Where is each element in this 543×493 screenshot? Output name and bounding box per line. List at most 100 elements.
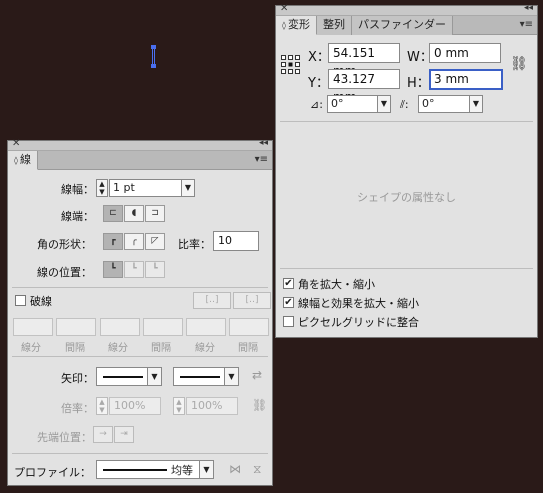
selected-path-object[interactable] — [151, 45, 156, 68]
rotate-icon: ⊿: — [310, 98, 323, 111]
dash-input-1[interactable] — [13, 318, 53, 336]
no-shape-attributes-text: シェイプの属性なし — [357, 191, 456, 204]
miter-join-button[interactable]: ┏ — [103, 233, 123, 250]
x-input[interactable]: 54.151 mm — [328, 43, 400, 78]
dashed-checkbox[interactable] — [15, 295, 26, 306]
close-icon[interactable]: ✕ — [12, 138, 20, 149]
tab-align[interactable]: 整列 — [316, 16, 352, 35]
profile-dropdown[interactable]: 均等 ▼ — [96, 460, 214, 479]
dash-label-3: 線分 — [195, 343, 215, 354]
tip-buttons: → ⇥ — [93, 426, 135, 443]
projecting-cap-button[interactable]: ⊐ — [145, 205, 165, 222]
x-label: X： — [308, 50, 330, 65]
arrow-start-dropdown[interactable]: ▼ — [96, 367, 162, 386]
tip-place-button[interactable]: ⇥ — [114, 426, 134, 443]
dash-preserve-button[interactable]: [‥] — [193, 292, 231, 309]
pixel-grid-label: ピクセルグリッドに整合 — [298, 316, 419, 329]
transform-panel: ✕ ◂◂ ◊変形 整列 パスファインダー ▾≡ X： 54.151 mm W： … — [275, 3, 538, 338]
ratio-input[interactable]: 10 — [213, 231, 259, 251]
weight-dropdown[interactable]: 1 pt ▼ — [109, 179, 195, 197]
divider — [280, 121, 533, 122]
scale-strokes-checkbox[interactable]: ✔ — [283, 297, 294, 308]
scale-end-input[interactable]: 100% — [186, 397, 238, 415]
corner-label: 角の形状： — [37, 238, 92, 251]
dashed-label: 破線 — [30, 295, 52, 308]
panel-menu-icon[interactable]: ▾≡ — [255, 154, 268, 165]
flip-vertical-icon[interactable]: ⧖ — [253, 462, 261, 477]
divider — [12, 356, 268, 357]
flip-horizontal-icon[interactable]: ⋈ — [229, 462, 241, 476]
butt-cap-button[interactable]: ⊏ — [103, 205, 123, 222]
y-input[interactable]: 43.127 mm — [328, 69, 400, 104]
h-label: H： — [407, 76, 430, 91]
h-input[interactable]: 3 mm — [429, 69, 503, 90]
gap-label-1: 間隔 — [65, 343, 85, 354]
tab-stroke[interactable]: ◊ 線 — [8, 151, 38, 170]
stroke-panel-titlebar[interactable]: ✕ ◂◂ — [8, 138, 272, 151]
tip-extend-button[interactable]: → — [93, 426, 113, 443]
profile-label: プロファイル： — [14, 466, 91, 479]
rotate-dropdown[interactable]: 0° ▼ — [327, 95, 391, 113]
collapse-icon[interactable]: ◂◂ — [524, 3, 533, 13]
scale-end-stepper[interactable]: ▲ ▼ — [173, 397, 185, 415]
scale-corners-checkbox[interactable]: ✔ — [283, 278, 294, 289]
gap-input-2[interactable] — [143, 318, 183, 336]
dash-align-button[interactable]: [‥] — [233, 292, 271, 309]
align-outside-button[interactable]: ┗ — [145, 261, 165, 278]
ratio-label: 比率： — [178, 238, 211, 251]
line-preview — [180, 376, 220, 378]
pixel-grid-checkbox[interactable] — [283, 316, 294, 327]
stroke-tab-row: ◊ 線 ▾≡ — [8, 151, 272, 170]
tab-arrows-icon: ◊ — [282, 21, 286, 30]
round-join-button[interactable]: ╭ — [124, 233, 144, 250]
line-preview — [103, 376, 143, 378]
tab-pathfinder[interactable]: パスファインダー — [351, 16, 453, 35]
align-center-button[interactable]: ┗ — [103, 261, 123, 278]
scale-strokes-label: 線幅と効果を拡大・縮小 — [298, 297, 419, 310]
gap-input-1[interactable] — [56, 318, 96, 336]
chevron-down-icon: ▼ — [199, 461, 213, 478]
shear-dropdown[interactable]: 0° ▼ — [418, 95, 483, 113]
weight-stepper[interactable]: ▲ ▼ — [96, 179, 108, 197]
stroke-panel: ✕ ◂◂ ◊ 線 ▾≡ 線幅： ▲ ▼ 1 pt ▼ 線端： ⊏ ◖ ⊐ 角の形状：… — [7, 138, 273, 486]
tab-transform[interactable]: ◊ 変形 — [276, 16, 317, 35]
tab-transform-label: 変形 — [287, 18, 310, 31]
reference-point-icon[interactable] — [281, 55, 300, 74]
tab-arrows-icon: ◊ — [14, 156, 18, 165]
rotate-value: 0° — [331, 97, 344, 110]
chevron-down-icon: ▼ — [469, 96, 482, 112]
dash-input-3[interactable] — [186, 318, 226, 336]
align-label: 線の位置： — [37, 266, 92, 279]
scale-start-stepper[interactable]: ▲ ▼ — [96, 397, 108, 415]
tab-stroke-label: 線 — [19, 153, 31, 166]
weight-label: 線幅： — [61, 183, 94, 196]
corner-buttons: ┏ ╭ ◸ — [103, 233, 166, 250]
transform-tab-row: ◊ 変形 整列 パスファインダー ▾≡ — [276, 16, 537, 35]
tab-align-label: 整列 — [322, 18, 345, 31]
swap-arrows-icon[interactable]: ⇄ — [252, 368, 262, 382]
align-inside-button[interactable]: ┗ — [124, 261, 144, 278]
divider — [12, 287, 268, 288]
shear-icon: ⫽: — [400, 98, 409, 111]
constrain-proportions-icon[interactable]: ⛓ — [510, 56, 528, 72]
scale-corners-label: 角を拡大・縮小 — [298, 278, 375, 291]
transform-panel-titlebar[interactable]: ✕ ◂◂ — [276, 3, 537, 16]
close-icon[interactable]: ✕ — [280, 3, 288, 14]
cap-label: 線端： — [61, 210, 94, 223]
line-preview — [103, 469, 167, 471]
dash-input-2[interactable] — [100, 318, 140, 336]
dash-label-2: 線分 — [108, 343, 128, 354]
tab-pathfinder-label: パスファインダー — [357, 18, 446, 31]
arrow-end-dropdown[interactable]: ▼ — [173, 367, 239, 386]
tip-label: 先端位置： — [37, 431, 92, 444]
collapse-icon[interactable]: ◂◂ — [259, 138, 268, 148]
bevel-join-button[interactable]: ◸ — [145, 233, 165, 250]
scale-start-input[interactable]: 100% — [109, 397, 161, 415]
chevron-down-icon: ▼ — [147, 368, 161, 385]
scale-label: 倍率： — [61, 402, 94, 415]
link-scale-icon[interactable]: ⛓ — [252, 398, 267, 412]
gap-input-3[interactable] — [229, 318, 269, 336]
panel-menu-icon[interactable]: ▾≡ — [520, 19, 533, 30]
round-cap-button[interactable]: ◖ — [124, 205, 144, 222]
w-input[interactable]: 0 mm — [429, 43, 501, 63]
